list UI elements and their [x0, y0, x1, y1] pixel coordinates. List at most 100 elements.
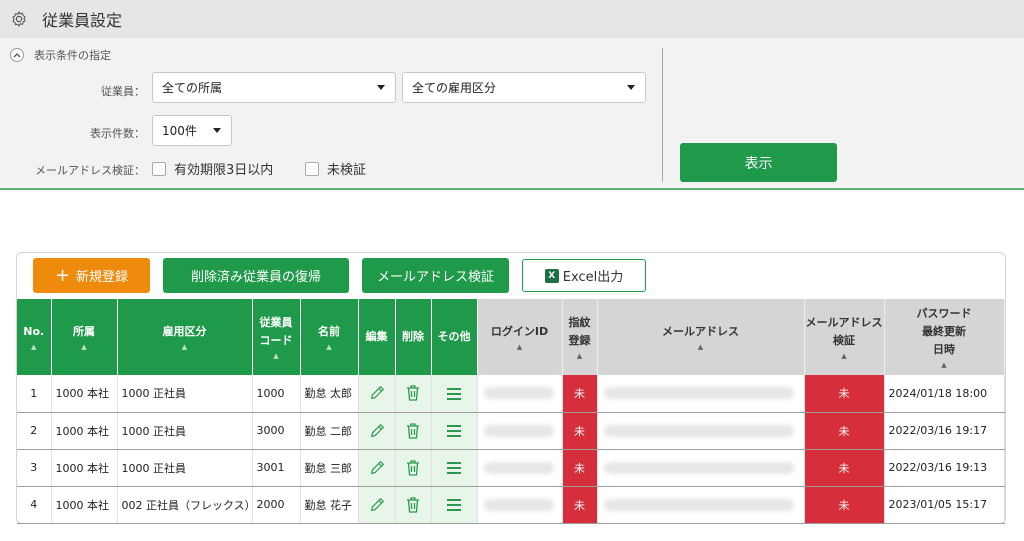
- redacted-text: [483, 498, 554, 511]
- expiring-checkbox-label: 有効期限3日以内: [174, 163, 274, 178]
- delete-cell: [395, 375, 432, 413]
- employment-select-value: 全ての雇用区分: [412, 81, 497, 95]
- checkbox-box[interactable]: [305, 161, 319, 176]
- employee-table: No. ▲ 所属 ▲ 雇用区分 ▲ 従業員 コード ▲ 名前 ▲ 編集 削除 その他 ログイ…: [17, 299, 1005, 524]
- edit-cell: [358, 412, 396, 450]
- cell-employment: 1000 正社員: [117, 375, 253, 413]
- cell-password-updated: 2022/03/16 19:13: [884, 449, 1005, 487]
- show-button[interactable]: 表示: [680, 143, 837, 182]
- dropdown-arrow-icon: [377, 85, 385, 90]
- pencil-icon[interactable]: [368, 423, 386, 437]
- gear-icon: [12, 11, 26, 27]
- dropdown-arrow-icon: [213, 128, 221, 133]
- other-cell: [431, 486, 478, 524]
- col-employment[interactable]: 雇用区分 ▲: [117, 299, 253, 375]
- cell-email-verify: 未: [804, 486, 885, 524]
- filter-section-header[interactable]: 表示条件の指定: [10, 47, 111, 63]
- redacted-text: [603, 424, 794, 437]
- cell-name: 勤怠 二郎: [300, 412, 359, 450]
- menu-icon[interactable]: [446, 498, 462, 511]
- redacted-text: [603, 461, 794, 474]
- affiliation-select-value: 全ての所属: [162, 81, 223, 95]
- filter-section-title: 表示条件の指定: [34, 49, 111, 62]
- cell-email: [597, 375, 805, 413]
- cell-login-id: [477, 486, 563, 524]
- trash-icon[interactable]: [405, 422, 421, 439]
- menu-icon[interactable]: [446, 387, 462, 400]
- trash-icon[interactable]: [405, 459, 421, 476]
- cell-name: 勤怠 太郎: [300, 375, 359, 413]
- checkbox-box[interactable]: [152, 161, 166, 176]
- other-cell: [431, 375, 478, 413]
- pencil-icon[interactable]: [368, 497, 386, 511]
- cell-code: 3001: [252, 449, 301, 487]
- col-code[interactable]: 従業員 コード ▲: [252, 299, 301, 375]
- menu-icon[interactable]: [446, 424, 462, 437]
- cell-affiliation: 1000 本社: [51, 449, 118, 487]
- redacted-text: [603, 498, 794, 511]
- other-cell: [431, 449, 478, 487]
- sort-icon: ▲: [697, 343, 704, 351]
- pencil-icon[interactable]: [368, 386, 386, 400]
- cell-fingerprint: 未: [562, 449, 598, 487]
- trash-icon[interactable]: [405, 385, 421, 401]
- col-delete: 削除: [395, 299, 432, 375]
- plus-icon: +: [54, 264, 71, 286]
- affiliation-select[interactable]: 全ての所属: [152, 72, 396, 103]
- delete-cell: [395, 412, 432, 450]
- count-label: 表示件数：: [90, 127, 145, 140]
- cell-no: 2: [17, 412, 52, 450]
- verify-email-button[interactable]: メールアドレス検証: [362, 258, 509, 293]
- cell-name: 勤怠 三郎: [300, 449, 359, 487]
- col-email[interactable]: メールアドレス ▲: [597, 299, 805, 375]
- count-select-value: 100件: [162, 124, 197, 138]
- cell-name: 勤怠 花子: [300, 486, 359, 524]
- table-row: 3 1000 本社 1000 正社員 3001 勤怠 三郎未未 2022/03/16 19…: [17, 449, 1005, 487]
- cell-email: [597, 412, 805, 450]
- cell-code: 1000: [252, 375, 301, 413]
- cell-no: 3: [17, 449, 52, 487]
- excel-export-button[interactable]: X Excel出力: [522, 259, 646, 292]
- new-registration-label: 新規登録: [76, 270, 129, 285]
- col-other: その他: [431, 299, 478, 375]
- cell-no: 1: [17, 375, 52, 413]
- col-email-verify[interactable]: メールアドレス 検証 ▲: [804, 299, 885, 375]
- new-registration-button[interactable]: + 新規登録: [33, 258, 150, 293]
- col-no[interactable]: No. ▲: [17, 299, 52, 375]
- table-row: 2 1000 本社 1000 正社員 3000 勤怠 二郎未未 2022/03/16 19…: [17, 412, 1005, 450]
- sort-icon: ▲: [81, 343, 87, 351]
- chevron-up-icon[interactable]: [10, 48, 24, 62]
- pencil-icon[interactable]: [368, 460, 386, 474]
- expiring-checkbox[interactable]: 有効期限3日以内: [152, 159, 273, 178]
- cell-password-updated: 2024/01/18 18:00: [884, 375, 1005, 413]
- cell-employment: 1000 正社員: [117, 449, 253, 487]
- count-select[interactable]: 100件: [152, 115, 232, 146]
- cell-employment: 1000 正社員: [117, 412, 253, 450]
- restore-deleted-button[interactable]: 削除済み従業員の復帰: [163, 258, 349, 293]
- unverified-checkbox[interactable]: 未検証: [305, 159, 366, 178]
- email-verify-label: メールアドレス検証：: [35, 164, 145, 177]
- cell-email: [597, 449, 805, 487]
- redacted-text: [483, 387, 554, 400]
- menu-icon[interactable]: [446, 461, 462, 474]
- cell-no: 4: [17, 486, 52, 524]
- other-cell: [431, 412, 478, 450]
- table-header-row: No. ▲ 所属 ▲ 雇用区分 ▲ 従業員 コード ▲ 名前 ▲ 編集 削除 その他 ログイ…: [17, 299, 1005, 375]
- col-affiliation[interactable]: 所属 ▲: [51, 299, 118, 375]
- cell-fingerprint: 未: [562, 486, 598, 524]
- excel-export-label: Excel出力: [562, 270, 624, 285]
- employment-select[interactable]: 全ての雇用区分: [402, 72, 646, 103]
- cell-email: [597, 486, 805, 524]
- col-fingerprint[interactable]: 指紋 登録 ▲: [562, 299, 598, 375]
- trash-icon[interactable]: [405, 496, 421, 513]
- col-login-id[interactable]: ログインID ▲: [477, 299, 563, 375]
- col-name[interactable]: 名前 ▲: [300, 299, 359, 375]
- redacted-text: [483, 461, 554, 474]
- cell-email-verify: 未: [804, 449, 885, 487]
- cell-fingerprint: 未: [562, 375, 598, 413]
- redacted-text: [483, 424, 554, 437]
- redacted-text: [603, 387, 794, 400]
- table-row: 1 1000 本社 1000 正社員 1000 勤怠 太郎未未 2024/01/18 18…: [17, 375, 1005, 413]
- col-edit: 編集: [358, 299, 396, 375]
- col-password-updated[interactable]: パスワード 最終更新 日時 ▲: [884, 299, 1005, 375]
